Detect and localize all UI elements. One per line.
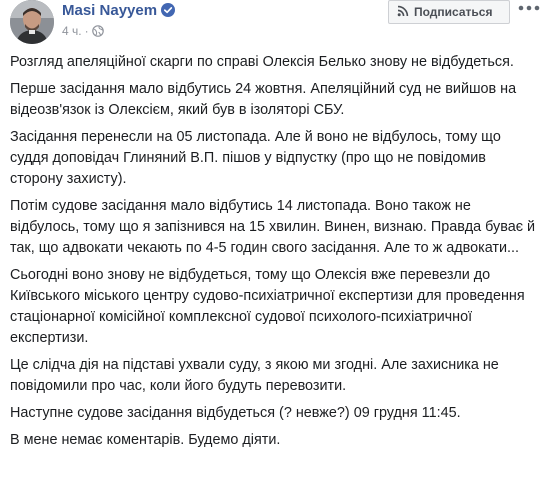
- post-timestamp[interactable]: 4 ч.: [62, 24, 82, 38]
- author-avatar[interactable]: [10, 0, 54, 44]
- author-name-text[interactable]: Masi Nayyem: [62, 2, 157, 19]
- post-header: Masi Nayyem 4 ч. · Подписаться: [0, 0, 545, 48]
- post-paragraph: Потім судове засідання мало відбутись 14…: [10, 198, 536, 256]
- post-paragraph: Розгляд апеляційної скарги по справі Оле…: [10, 54, 514, 70]
- globe-icon[interactable]: [91, 25, 104, 40]
- post-body: Розгляд апеляційної скарги по справі Оле…: [10, 52, 538, 457]
- post-meta: 4 ч. ·: [62, 24, 104, 40]
- subscribe-label: Подписаться: [414, 5, 493, 19]
- post-paragraph: В мене немає коментарів. Будемо діяти.: [10, 432, 281, 448]
- post-paragraph: Перше засідання мало відбутись 24 жовтня…: [10, 81, 517, 118]
- post-paragraph: Це слідча дія на підставі ухвали суду, з…: [10, 357, 499, 394]
- author-name[interactable]: Masi Nayyem: [62, 2, 176, 21]
- verified-badge-icon: [161, 3, 176, 21]
- more-options-icon[interactable]: [518, 0, 540, 16]
- meta-separator: ·: [84, 24, 89, 38]
- post-paragraph: Засідання перенесли на 05 листопада. Але…: [10, 129, 501, 187]
- subscribe-button[interactable]: Подписаться: [388, 0, 510, 24]
- post-paragraph: Сьогодні воно знову не відбудеться, тому…: [10, 267, 525, 346]
- post-paragraph: Наступне судове засідання відбудеться (?…: [10, 405, 461, 421]
- rss-icon: [397, 2, 409, 24]
- facebook-post: Masi Nayyem 4 ч. · Подписаться Розгляд ап…: [0, 0, 545, 498]
